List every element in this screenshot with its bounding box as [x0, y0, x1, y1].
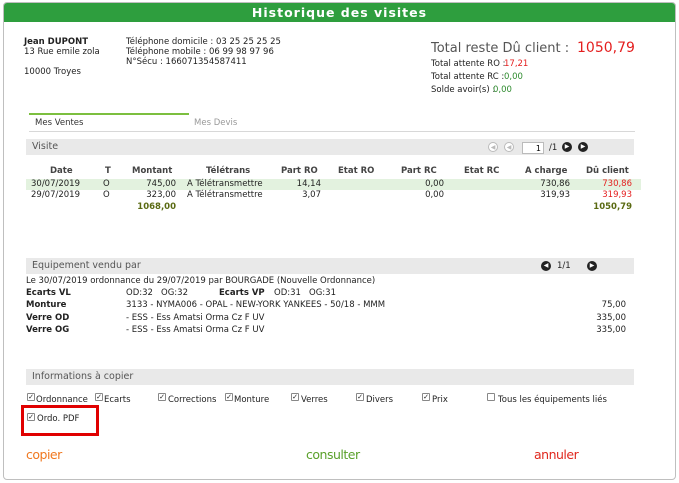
total-montant: 1068,00: [137, 202, 176, 212]
dialog-title: Historique des visites: [4, 3, 675, 22]
total-ro-value: 17,21: [504, 59, 529, 69]
tab-mes-devis[interactable]: Mes Devis: [194, 115, 237, 132]
client-address-line1: 13 Rue emile zola: [24, 47, 100, 57]
verres-checkbox[interactable]: ✓: [291, 393, 299, 401]
total-due-label: Total reste Dû client :: [431, 41, 570, 56]
row2-a-charge: 319,93: [540, 190, 570, 200]
monture-checkbox[interactable]: ✓: [225, 393, 233, 401]
ecarts-vp-label: Ecarts VP: [219, 288, 265, 298]
page-total: /1: [549, 143, 558, 153]
solde-avoir-value: 0,00: [493, 85, 512, 95]
row1-part-rc: 0,00: [425, 179, 444, 189]
total-ro-label: Total attente RO :: [431, 59, 506, 69]
monture-checkbox-label: Monture: [234, 395, 270, 405]
corrections-checkbox[interactable]: ✓: [158, 393, 166, 401]
client-address-line2: 10000 Troyes: [24, 67, 81, 77]
verres-checkbox-label: Verres: [301, 395, 328, 405]
prev-equipment-icon[interactable]: ◀: [541, 261, 551, 271]
row1-date: 30/07/2019: [31, 179, 80, 189]
ecarts-checkbox-label: Ecarts: [104, 395, 131, 405]
verre-od-label: Verre OD: [26, 313, 70, 323]
client-name: Jean DUPONT: [24, 37, 88, 47]
consulter-button[interactable]: consulter: [306, 447, 360, 462]
col-header-date: Date: [50, 166, 73, 176]
row1-a-charge: 730,86: [540, 179, 570, 189]
total-du-client: 1050,79: [593, 202, 632, 212]
history-dialog: Historique des visites Jean DUPONT 13 Ru…: [3, 2, 676, 480]
corrections-checkbox-label: Corrections: [168, 395, 217, 405]
col-header-part-rc: Part RC: [401, 166, 437, 176]
total-rc-label: Total attente RC :: [431, 72, 505, 82]
ordonnance-checkbox[interactable]: ✓: [27, 393, 35, 401]
prix-checkbox[interactable]: ✓: [422, 393, 430, 401]
col-header-etat-ro: Etat RO: [338, 166, 375, 176]
row1-du-client: 730,86: [602, 179, 632, 189]
solde-avoir-label: Solde avoir(s) :: [431, 85, 496, 95]
tous-equipements-checkbox[interactable]: [487, 393, 495, 401]
next-equipment-icon[interactable]: ▶: [587, 261, 597, 271]
prix-checkbox-label: Prix: [432, 395, 448, 405]
ordonnance-checkbox-label: Ordonnance: [36, 395, 88, 405]
row2-date: 29/07/2019: [31, 190, 80, 200]
col-header-t: T: [105, 166, 111, 176]
equipment-pager: 1/1: [557, 261, 571, 271]
verre-og-label: Verre OG: [26, 325, 70, 335]
row2-montant: 323,00: [146, 190, 176, 200]
row1-type: O: [103, 179, 110, 189]
page-number-input[interactable]: [522, 142, 544, 154]
ecarts-vp-values: OD:31 OG:31: [274, 288, 336, 298]
row2-teletrans: A Télétransmettre: [187, 190, 263, 200]
first-page-icon[interactable]: ◀: [488, 142, 498, 152]
ecarts-checkbox[interactable]: ✓: [95, 393, 103, 401]
col-header-a-charge: A charge: [525, 166, 568, 176]
row2-part-rc: 0,00: [425, 190, 444, 200]
col-header-montant: Montant: [132, 166, 173, 176]
tab-mes-ventes[interactable]: Mes Ventes: [29, 113, 189, 132]
ordo-pdf-highlight: [21, 405, 99, 436]
col-header-etat-rc: Etat RC: [464, 166, 500, 176]
last-page-icon[interactable]: ▶: [578, 142, 588, 152]
divers-checkbox[interactable]: ✓: [356, 393, 364, 401]
tous-equipements-checkbox-label: Tous les équipements liés: [498, 395, 607, 405]
row1-teletrans: A Télétransmettre: [187, 179, 263, 189]
col-header-teletrans: Télétrans: [206, 166, 251, 176]
total-due-value: 1050,79: [577, 40, 635, 56]
row2-type: O: [103, 190, 110, 200]
phone-mobile: Téléphone mobile : 06 99 98 97 96: [126, 47, 274, 57]
row2-part-ro: 3,07: [302, 190, 321, 200]
total-rc-value: 0,00: [504, 72, 523, 82]
verre-od-price: 335,00: [596, 313, 626, 323]
prev-page-icon[interactable]: ◀: [504, 142, 514, 152]
col-header-du-client: Dû client: [586, 166, 629, 176]
monture-label: Monture: [26, 300, 67, 310]
col-header-part-ro: Part RO: [281, 166, 318, 176]
annuler-button[interactable]: annuler: [534, 447, 579, 462]
divers-checkbox-label: Divers: [366, 395, 394, 405]
secu-number: N°Sécu : 166071354587411: [126, 57, 247, 67]
verre-og-price: 335,00: [596, 325, 626, 335]
copy-info-section-title: Informations à copier: [26, 369, 634, 385]
row1-montant: 745,00: [146, 179, 176, 189]
equipment-summary: Le 30/07/2019 ordonnance du 29/07/2019 p…: [26, 276, 376, 286]
verre-og-desc: - ESS - Ess Amatsi Orma Cz F UV: [126, 325, 265, 335]
phone-home: Téléphone domicile : 03 25 25 25 25: [126, 37, 281, 47]
verre-od-desc: - ESS - Ess Amatsi Orma Cz F UV: [126, 313, 265, 323]
monture-price: 75,00: [601, 300, 626, 310]
ecarts-vl-label: Ecarts VL: [26, 288, 71, 298]
row2-du-client: 319,93: [602, 190, 632, 200]
monture-desc: 3133 - NYMA006 - OPAL - NEW-YORK YANKEES…: [126, 300, 386, 310]
row1-part-ro: 14,14: [296, 179, 321, 189]
next-page-icon[interactable]: ▶: [562, 142, 572, 152]
ecarts-vl-values: OD:32 OG:32: [126, 288, 188, 298]
copier-button[interactable]: copier: [26, 447, 62, 462]
